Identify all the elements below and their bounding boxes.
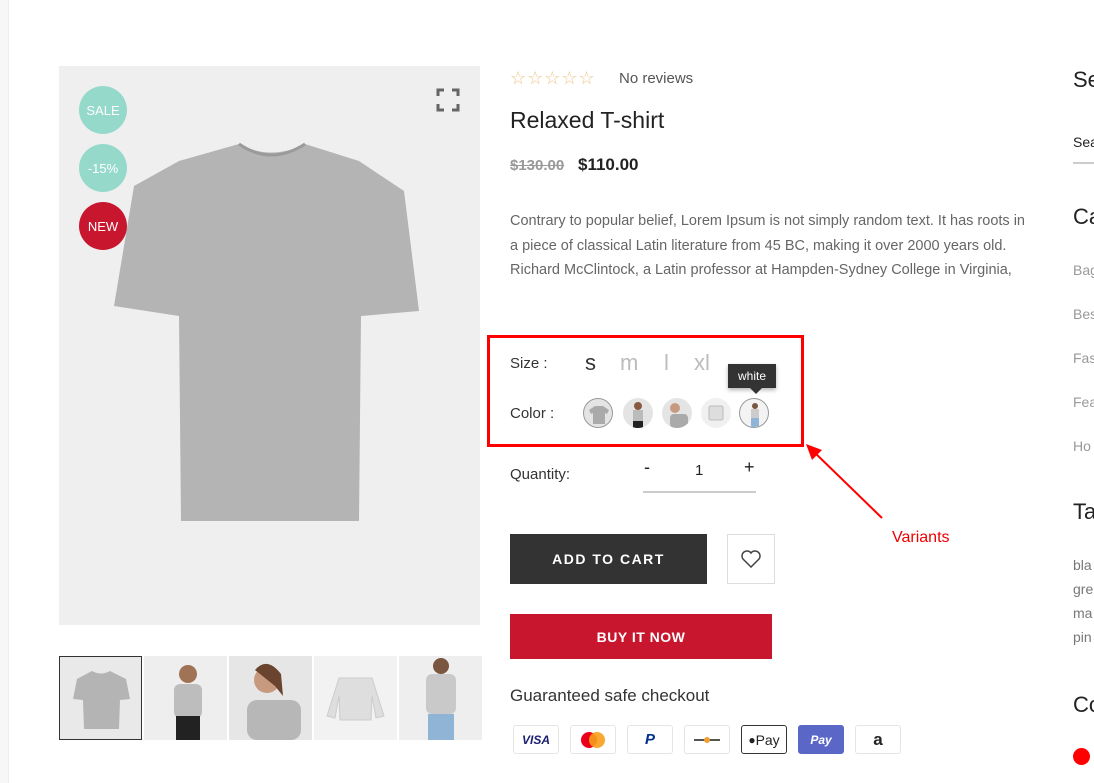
mastercard-icon (570, 725, 616, 754)
sidebar-tags-title: Ta (1073, 499, 1094, 524)
sidebar-category-item[interactable]: Fas (1073, 350, 1094, 366)
sidebar-category-item[interactable]: Bes (1073, 306, 1094, 322)
buy-now-button[interactable]: BUY IT NOW (510, 614, 772, 659)
paypal-icon: P (627, 725, 673, 754)
page-edge (0, 0, 9, 783)
new-badge: NEW (79, 202, 127, 250)
color-swatch-2[interactable] (623, 398, 653, 428)
discount-badge: -15% (79, 144, 127, 192)
annotation-arrow (806, 444, 883, 519)
size-label: Size : (510, 355, 548, 372)
color-swatch-3[interactable] (662, 398, 692, 428)
sidebar-category-item[interactable]: Ho (1073, 438, 1091, 454)
thumbnail-3[interactable] (229, 656, 312, 740)
size-option-s[interactable]: s (585, 350, 596, 376)
thumbnail-strip (59, 656, 482, 740)
heart-icon (741, 550, 761, 568)
sidebar-search-title: Se (1073, 67, 1094, 92)
fullscreen-icon[interactable] (436, 88, 460, 112)
add-to-cart-button[interactable]: ADD TO CART (510, 534, 707, 584)
sidebar-tag[interactable]: gre (1073, 581, 1093, 597)
sidebar-tag[interactable]: ma (1073, 605, 1092, 621)
product-title: Relaxed T-shirt (510, 107, 665, 133)
tshirt-image (114, 142, 419, 521)
size-option-m[interactable]: m (620, 350, 638, 376)
sidebar-categories-title: Ca (1073, 204, 1094, 229)
rating-stars[interactable]: ☆☆☆☆☆ (510, 68, 596, 89)
size-option-l[interactable]: l (664, 350, 669, 376)
quantity-increment-button[interactable]: + (744, 457, 755, 478)
sidebar-tag[interactable]: pin (1073, 629, 1092, 645)
wishlist-button[interactable] (727, 534, 775, 584)
generic-card-icon (684, 725, 730, 754)
quantity-decrement-button[interactable]: - (644, 457, 650, 478)
old-price: $130.00 (510, 157, 565, 174)
sale-badge: SALE (79, 86, 127, 134)
sidebar-color-red[interactable] (1073, 748, 1090, 765)
sidebar-search-input[interactable]: Sea (1073, 134, 1094, 164)
color-tooltip: white (728, 364, 777, 394)
apple-pay-icon: ● Pay (741, 725, 787, 754)
sidebar-colors-title: Co (1073, 692, 1094, 717)
safe-checkout-title: Guaranteed safe checkout (510, 686, 710, 705)
color-swatch-1[interactable] (583, 398, 613, 428)
amazon-pay-icon: a (855, 725, 901, 754)
visa-icon: VISA (513, 725, 559, 754)
shop-pay-icon: Pay (798, 725, 844, 754)
color-swatch-4[interactable] (701, 398, 731, 428)
quantity-label: Quantity: (510, 466, 571, 483)
apple-pay-text: Pay (755, 731, 780, 748)
sidebar-tag[interactable]: bla (1073, 557, 1092, 573)
quantity-input[interactable]: 1 (695, 462, 703, 479)
sidebar-category-item[interactable]: Fea (1073, 394, 1094, 410)
size-option-xl[interactable]: xl (694, 350, 710, 376)
sidebar-category-item[interactable]: Bag (1073, 262, 1094, 278)
thumbnail-5[interactable] (399, 656, 482, 740)
thumbnail-1[interactable] (59, 656, 142, 740)
quantity-stepper: - 1 + (643, 455, 756, 493)
product-description: Contrary to popular belief, Lorem Ipsum … (510, 213, 1025, 278)
current-price: $110.00 (578, 155, 639, 174)
color-label: Color : (510, 405, 555, 422)
variants-annotation: Variants (892, 529, 950, 546)
product-main-image[interactable]: SALE -15% NEW (59, 66, 480, 625)
thumbnail-2[interactable] (144, 656, 227, 740)
reviews-count[interactable]: No reviews (619, 70, 693, 87)
thumbnail-4[interactable] (314, 656, 397, 740)
color-swatch-white[interactable] (739, 398, 769, 428)
